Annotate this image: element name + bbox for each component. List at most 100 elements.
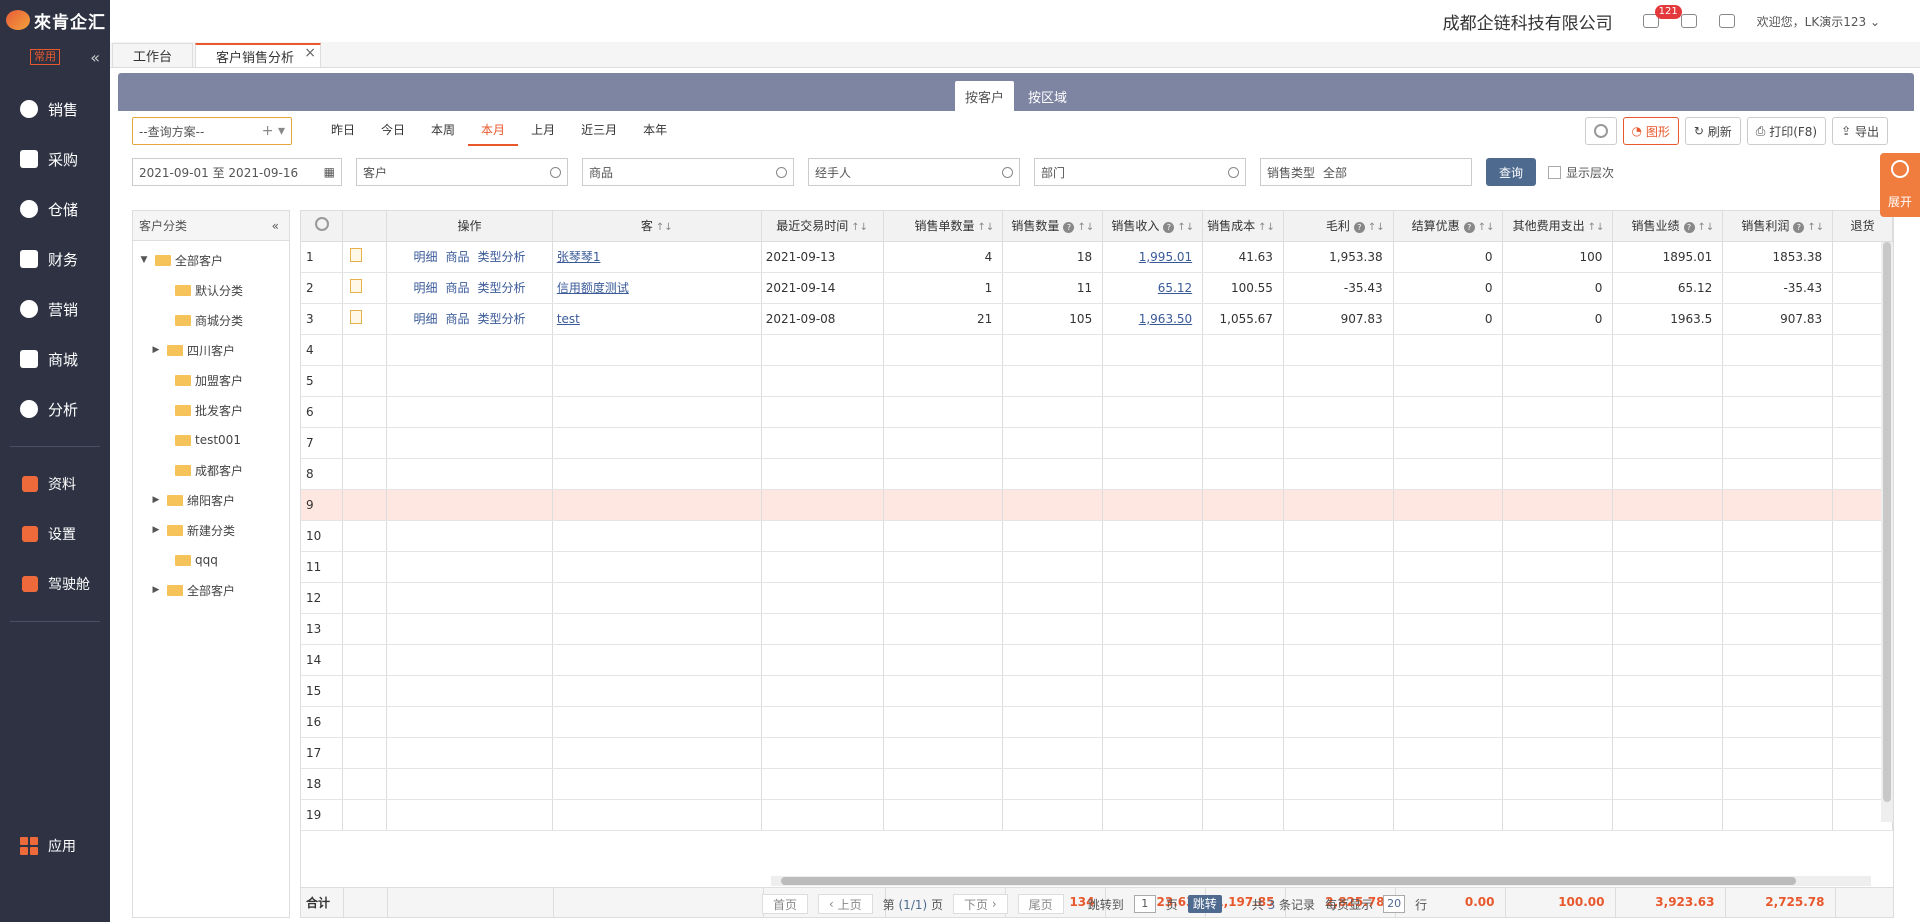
column-header[interactable]: 毛利? ↑↓ [1283,211,1394,242]
download-icon[interactable] [1680,14,1697,28]
table-row[interactable]: 11 [301,551,1893,583]
table-row[interactable]: 9 [301,489,1893,521]
table-row[interactable]: 10 [301,520,1893,552]
sidebar-tool-1[interactable]: 设置 [0,509,110,559]
collapse-sidebar-icon[interactable]: « [90,48,100,67]
search-icon[interactable] [1228,166,1239,178]
per-page-input[interactable]: 20 [1383,895,1406,913]
horizontal-scrollbar[interactable] [771,876,1871,886]
sidebar-tool-2[interactable]: 驾驶舱 [0,559,110,609]
tab-customer-sales[interactable]: 客户销售分析 × [195,43,322,67]
jump-page-input[interactable]: 1 [1133,895,1156,913]
sort-icon[interactable]: ↑↓ [1258,222,1275,233]
row-doc[interactable] [342,272,388,304]
quick-date-tab[interactable]: 本年 [630,116,680,146]
tree-node[interactable]: 成都客户 [133,455,289,485]
caret-right-icon[interactable]: ▶ [151,345,161,355]
table-row[interactable]: 7 [301,427,1893,459]
scroll-thumb[interactable] [1883,242,1891,802]
row-action-link[interactable]: 明细 [413,250,437,264]
query-scheme-select[interactable]: --查询方案-- + ▾ [132,117,292,145]
sidebar-item-3[interactable]: 财务 [0,234,110,284]
column-header[interactable]: 销售业绩? ↑↓ [1612,211,1724,242]
quick-date-tab[interactable]: 本月 [468,116,519,146]
add-scheme-icon[interactable]: + ▾ [262,123,285,139]
caret-right-icon[interactable]: ▶ [151,525,161,535]
help-icon[interactable]: ? [1683,222,1695,234]
column-header[interactable]: 最近交易时间 ↑↓ [761,211,884,242]
table-row[interactable]: 16 [301,706,1893,738]
table-row[interactable]: 18 [301,768,1893,800]
quick-date-tab[interactable]: 昨日 [318,116,368,146]
date-range-field[interactable]: 2021-09-01 至 2021-09-16 ▦ [132,158,342,186]
row-doc[interactable] [342,241,388,273]
settings-button[interactable] [1584,117,1617,145]
row-doc[interactable] [342,303,388,335]
tree-node[interactable]: test001 [133,425,289,455]
help-icon[interactable]: ? [1163,222,1175,234]
table-row[interactable]: 5 [301,365,1893,397]
print-button[interactable]: ⎙ 打印(F8) [1746,117,1827,145]
help-icon[interactable]: ? [1793,222,1805,234]
favorites-tag[interactable]: 常用 [30,49,60,65]
apps-button[interactable]: 应用 [0,826,110,866]
table-row[interactable]: 4 [301,334,1893,366]
export-button[interactable]: ⇪ 导出 [1832,117,1888,145]
row-action-link[interactable]: 商品 [445,250,469,264]
sort-icon[interactable]: ↑↓ [1478,222,1495,233]
sort-icon[interactable]: ↑↓ [1807,222,1824,233]
sort-icon[interactable]: ↑↓ [851,222,868,233]
table-row[interactable]: 14 [301,644,1893,676]
table-row[interactable]: 19 [301,799,1893,831]
next-page-button[interactable]: 下页 › [953,894,1008,914]
sort-icon[interactable]: ↑↓ [656,222,673,233]
tree-node[interactable]: 默认分类 [133,275,289,305]
tree-node[interactable]: 加盟客户 [133,365,289,395]
search-icon[interactable] [550,166,561,178]
table-row[interactable]: 6 [301,396,1893,428]
sidebar-item-1[interactable]: 采购 [0,134,110,184]
row-action-link[interactable]: 明细 [413,312,437,326]
customer-field[interactable]: 客户 [356,158,568,186]
table-row[interactable]: 2 明细 商品 类型分析 信用额度测试 2021-09-14 1 11 65.12 100.55-… [301,272,1893,304]
prev-page-button[interactable]: ‹ 上页 [818,894,873,914]
sidebar-item-4[interactable]: 营销 [0,284,110,334]
tab-workbench[interactable]: 工作台 [112,43,194,67]
column-header[interactable]: 销售单数量 ↑↓ [883,211,1004,242]
product-field[interactable]: 商品 [582,158,794,186]
quick-date-tab[interactable]: 本周 [418,116,468,146]
column-header[interactable]: 结算优惠? ↑↓ [1393,211,1504,242]
table-row[interactable]: 12 [301,582,1893,614]
sidebar-tool-0[interactable]: 资料 [0,459,110,509]
help-icon[interactable]: ? [1463,222,1475,234]
department-field[interactable]: 部门 [1034,158,1246,186]
first-page-button[interactable]: 首页 [762,894,809,914]
revenue-link[interactable]: 65.12 [1158,281,1192,295]
caret-right-icon[interactable]: ▶ [151,495,161,505]
jump-button[interactable]: 跳转 [1187,895,1222,913]
tree-node[interactable]: qqq [133,545,289,575]
checkbox-box[interactable] [1548,165,1561,179]
row-action-link[interactable]: 类型分析 [478,312,526,326]
caret-down-icon[interactable]: ▼ [139,255,149,265]
expand-float-button[interactable]: 展开 [1880,153,1920,217]
sort-icon[interactable]: ↑↓ [1698,222,1715,233]
help-icon[interactable]: ? [1063,222,1075,234]
caret-right-icon[interactable]: ▶ [151,585,161,595]
headset-icon[interactable] [1718,14,1735,28]
scroll-thumb[interactable] [781,877,1796,885]
tree-node[interactable]: 商城分类 [133,305,289,335]
sort-icon[interactable]: ↑↓ [1588,222,1605,233]
row-action-link[interactable]: 类型分析 [478,281,526,295]
row-action-link[interactable]: 商品 [445,281,469,295]
sidebar-item-0[interactable]: 销售 [0,84,110,134]
row-action-link[interactable]: 类型分析 [478,250,526,264]
revenue-link[interactable]: 1,995.01 [1139,250,1192,264]
customer-link[interactable]: test [557,312,580,326]
sale-type-select[interactable]: 销售类型 全部 [1260,158,1472,186]
row-action-link[interactable]: 明细 [413,281,437,295]
column-header[interactable]: 销售成本 ↑↓ [1202,211,1284,242]
column-settings[interactable] [301,211,344,242]
column-header[interactable]: 销售数量? ↑↓ [1002,211,1104,242]
quick-date-tab[interactable]: 近三月 [568,116,630,146]
